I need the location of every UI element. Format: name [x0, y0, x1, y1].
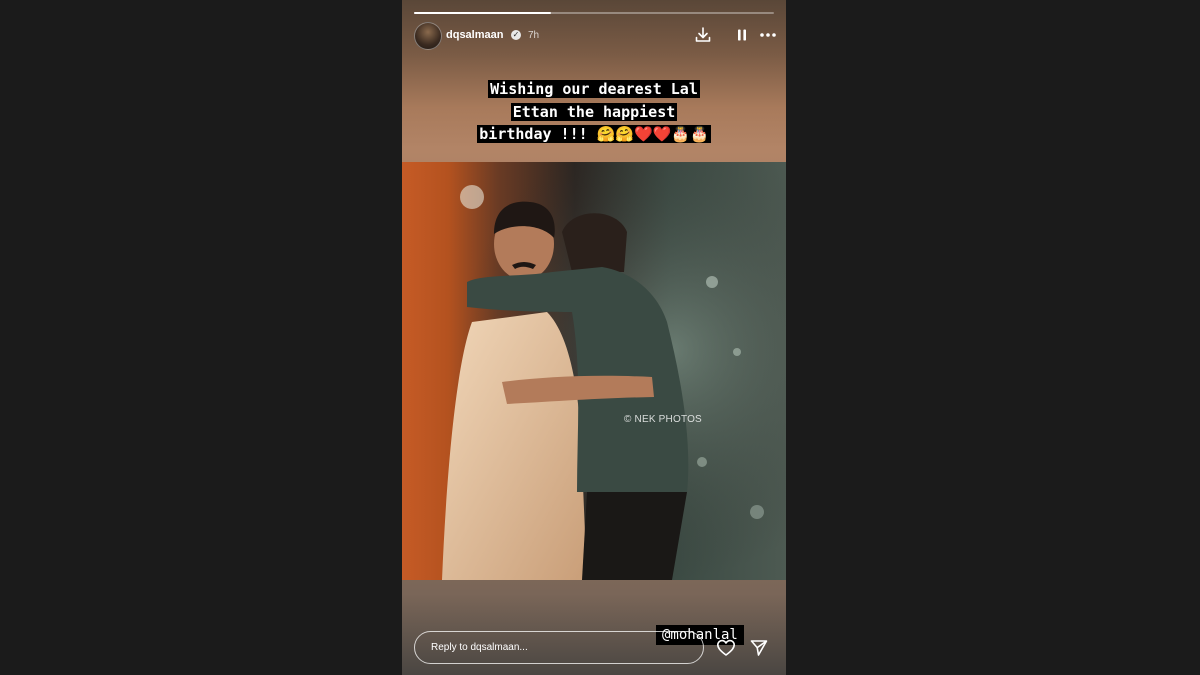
reply-input[interactable]: Reply to dqsalmaan...: [414, 631, 704, 664]
reply-placeholder: Reply to dqsalmaan...: [431, 642, 528, 653]
story-progress-bar: [414, 12, 774, 14]
story-caption: Wishing our dearest Lal Ettan the happie…: [402, 78, 786, 146]
story-username[interactable]: dqsalmaan: [446, 29, 503, 41]
send-icon: [750, 640, 768, 656]
pause-button[interactable]: [733, 26, 751, 44]
download-button[interactable]: [694, 26, 712, 44]
caption-line-2: Ettan the happiest: [510, 102, 678, 121]
photo-scene: [402, 162, 786, 580]
more-options-button[interactable]: [759, 26, 777, 44]
caption-line-1: Wishing our dearest Lal: [488, 80, 700, 98]
heart-icon: [717, 639, 735, 656]
story-photo: © NEK PHOTOS: [402, 162, 786, 580]
story-viewer: dqsalmaan ✓ 7h Wishing our dearest Lal E…: [402, 0, 786, 675]
like-button[interactable]: [716, 638, 736, 658]
profile-avatar[interactable]: [414, 22, 442, 50]
pause-icon: [738, 29, 746, 41]
story-progress-fill: [414, 12, 551, 14]
share-button[interactable]: [749, 638, 769, 658]
story-header: dqsalmaan ✓ 7h: [414, 22, 777, 50]
more-icon: [760, 33, 776, 37]
caption-line-3: birthday !!! 🤗🤗❤️❤️🎂🎂: [477, 125, 711, 143]
verified-badge-icon: ✓: [511, 30, 521, 40]
photo-credit: © NEK PHOTOS: [624, 414, 702, 425]
download-icon: [695, 27, 711, 42]
story-timestamp: 7h: [528, 30, 540, 41]
